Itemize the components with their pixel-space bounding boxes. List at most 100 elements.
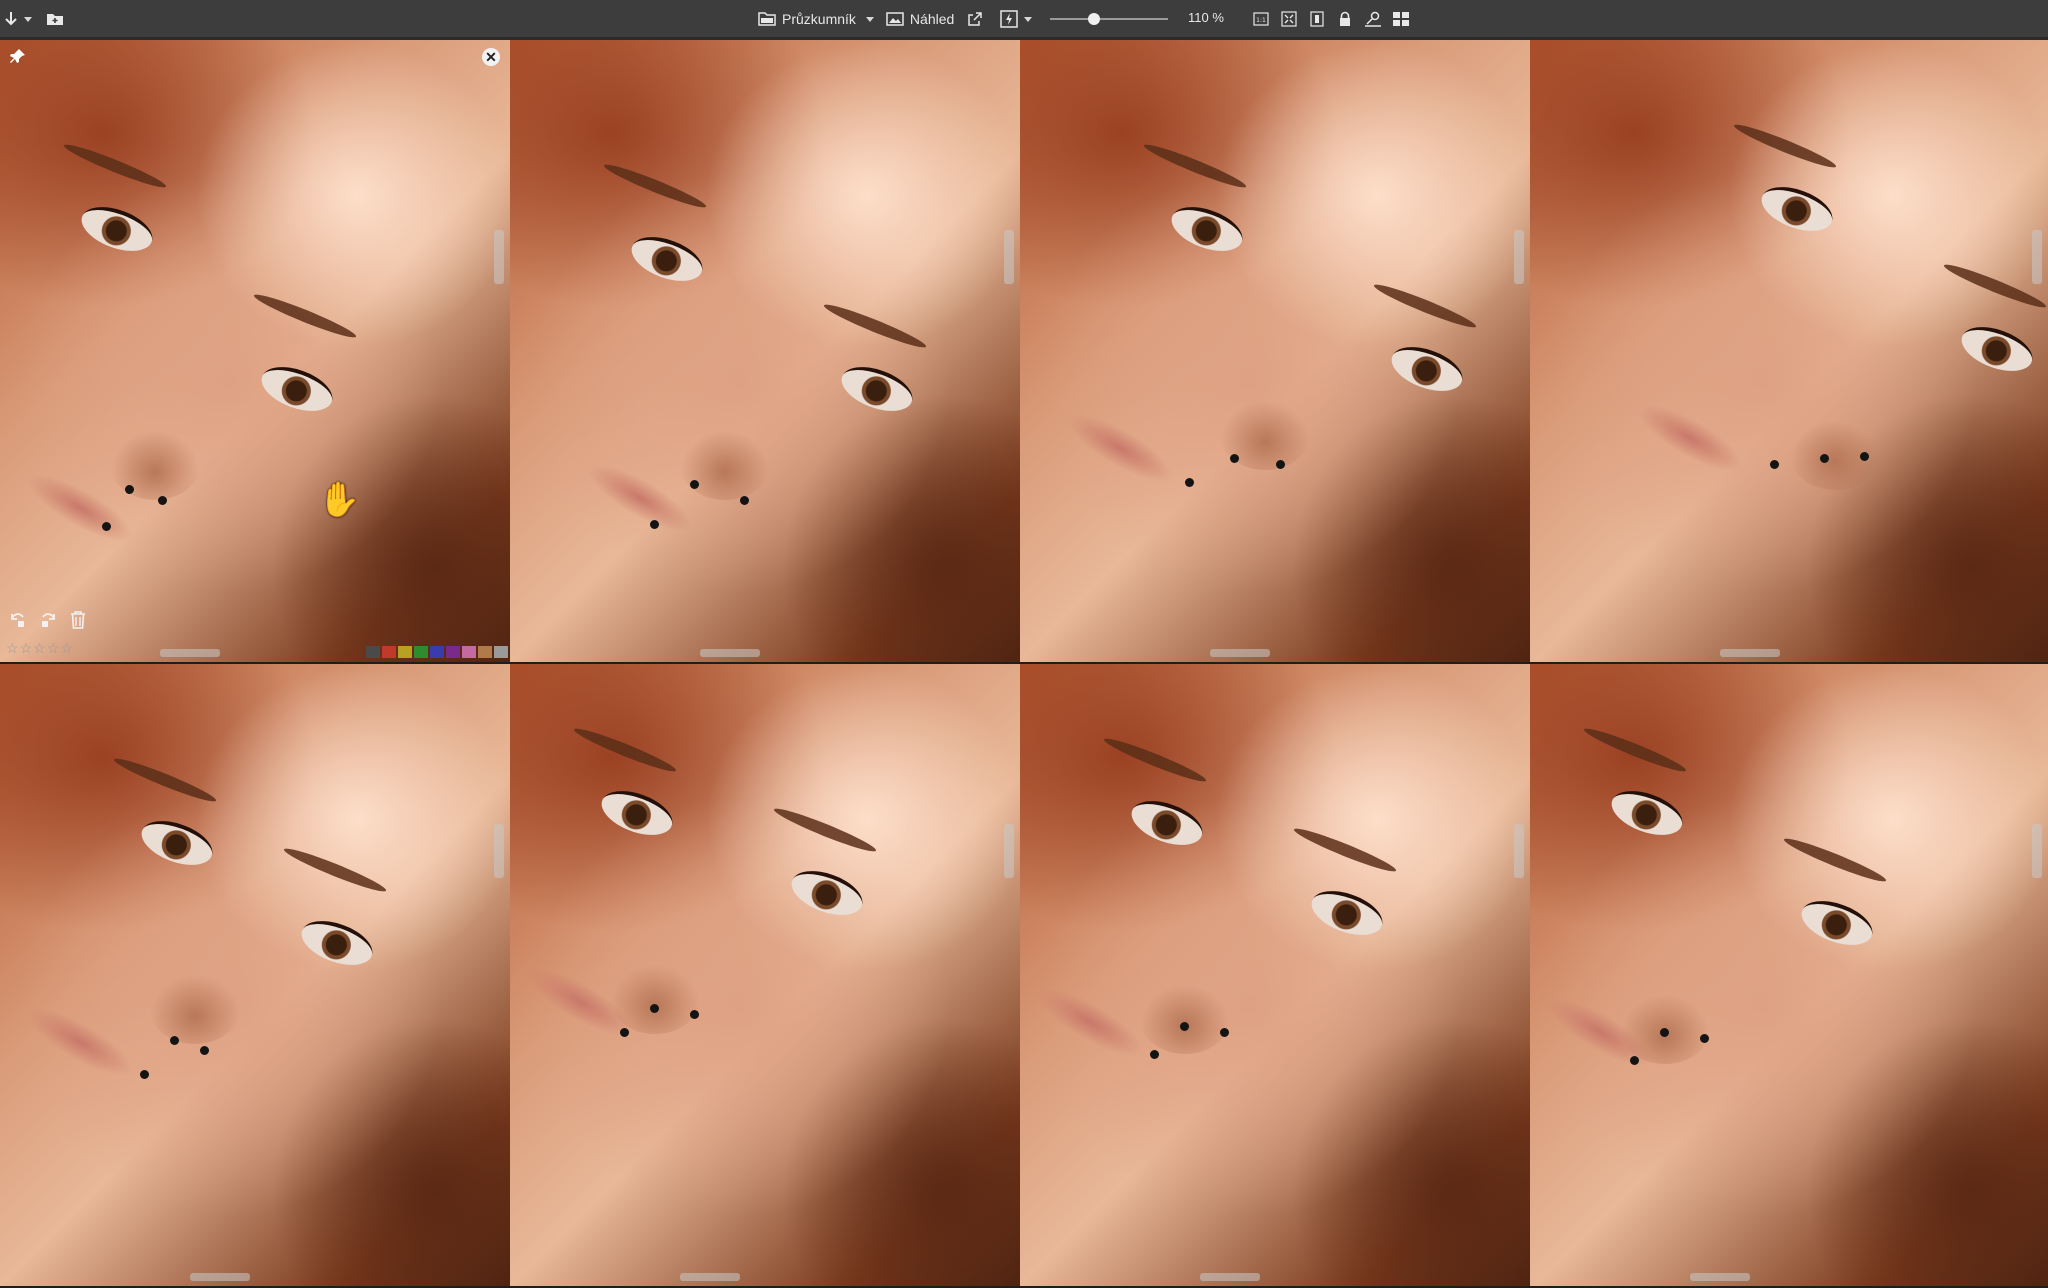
photo-image <box>0 40 510 662</box>
chevron-down-icon[interactable] <box>1024 16 1033 22</box>
preview-button[interactable]: Náhled <box>886 6 954 32</box>
color-label-swatch[interactable] <box>446 646 460 658</box>
color-label-swatch[interactable] <box>494 646 508 658</box>
star-icon[interactable]: ☆ <box>47 640 60 657</box>
photo-tile[interactable] <box>1530 40 2048 662</box>
color-label-swatch[interactable] <box>398 646 412 658</box>
photo-image <box>510 40 1020 662</box>
piercing <box>690 480 699 489</box>
vertical-scrollbar[interactable] <box>2032 230 2042 284</box>
sync-zoom-icon[interactable] <box>1362 6 1384 32</box>
close-icon: ✕ <box>485 48 497 65</box>
nose <box>110 430 200 500</box>
nose <box>1140 984 1230 1054</box>
fit-1to1-icon[interactable]: 1:1 <box>1250 6 1272 32</box>
photo-image <box>510 664 1020 1286</box>
new-folder-icon[interactable] <box>44 6 66 32</box>
color-label-swatch[interactable] <box>462 646 476 658</box>
photo-image <box>1020 664 1530 1286</box>
piercing <box>158 496 167 505</box>
photo-image <box>1530 664 2048 1286</box>
import-arrow-icon[interactable] <box>4 6 32 32</box>
piercing <box>102 522 111 531</box>
trash-icon[interactable] <box>68 610 88 630</box>
horizontal-scrollbar[interactable] <box>1200 1273 1260 1281</box>
external-editor-icon[interactable] <box>964 6 986 32</box>
photo-tile[interactable] <box>510 664 1020 1286</box>
piercing <box>650 1004 659 1013</box>
piercing <box>1230 454 1239 463</box>
fit-screen-icon[interactable] <box>1278 6 1300 32</box>
close-button[interactable]: ✕ <box>482 48 500 66</box>
preview-icon <box>886 12 904 26</box>
vertical-scrollbar[interactable] <box>1004 230 1014 284</box>
vertical-scrollbar[interactable] <box>494 230 504 284</box>
photo-tile[interactable] <box>510 40 1020 662</box>
photo-tile[interactable] <box>0 664 510 1286</box>
color-labels[interactable] <box>366 646 508 658</box>
preview-label: Náhled <box>909 11 955 27</box>
rotate-right-icon[interactable] <box>38 610 58 630</box>
piercing <box>1770 460 1779 469</box>
vertical-scrollbar[interactable] <box>1514 230 1524 284</box>
horizontal-scrollbar[interactable] <box>190 1273 250 1281</box>
zoom-slider[interactable] <box>1050 13 1168 25</box>
piercing <box>170 1036 179 1045</box>
grid-layout-icon[interactable] <box>1390 6 1412 32</box>
piercing <box>1276 460 1285 469</box>
zoom-slider-handle[interactable] <box>1087 13 1100 25</box>
toolbar-right-group: 1:1 <box>1250 0 1412 38</box>
fit-width-icon[interactable] <box>1306 6 1328 32</box>
color-label-swatch[interactable] <box>366 646 380 658</box>
horizontal-scrollbar[interactable] <box>700 649 760 657</box>
quick-fix-icon[interactable] <box>1000 6 1033 32</box>
color-label-swatch[interactable] <box>430 646 444 658</box>
horizontal-scrollbar[interactable] <box>1690 1273 1750 1281</box>
browse-button[interactable]: Průzkumník <box>758 6 874 32</box>
compare-grid: ✕ ✋ ☆ ☆ ☆ ☆ ☆ <box>0 40 2048 1288</box>
chevron-down-icon[interactable] <box>865 16 874 22</box>
piercing <box>1820 454 1829 463</box>
piercing <box>740 496 749 505</box>
color-label-swatch[interactable] <box>478 646 492 658</box>
vertical-scrollbar[interactable] <box>1514 824 1524 878</box>
rotate-left-icon[interactable] <box>8 610 28 630</box>
lock-icon[interactable] <box>1334 6 1356 32</box>
browse-icon <box>758 12 776 26</box>
piercing <box>1150 1050 1159 1059</box>
color-label-swatch[interactable] <box>414 646 428 658</box>
photo-tile[interactable] <box>1530 664 2048 1286</box>
horizontal-scrollbar[interactable] <box>1210 649 1270 657</box>
color-label-swatch[interactable] <box>382 646 396 658</box>
horizontal-scrollbar[interactable] <box>160 649 220 657</box>
star-icon[interactable]: ☆ <box>60 640 73 657</box>
vertical-scrollbar[interactable] <box>1004 824 1014 878</box>
toolbar-center-group: Průzkumník Náhled <box>758 0 1033 38</box>
pin-icon[interactable] <box>8 48 26 71</box>
toolbar-left-group <box>4 0 66 38</box>
photo-tile[interactable] <box>1020 40 1530 662</box>
tile-actions <box>8 610 88 630</box>
photo-tile[interactable]: ✕ ✋ ☆ ☆ ☆ ☆ ☆ <box>0 40 510 662</box>
browse-label: Průzkumník <box>782 11 856 27</box>
horizontal-scrollbar[interactable] <box>1720 649 1780 657</box>
star-icon[interactable]: ☆ <box>33 640 46 657</box>
photo-tile[interactable] <box>1020 664 1530 1286</box>
vertical-scrollbar[interactable] <box>494 824 504 878</box>
piercing <box>650 520 659 529</box>
piercing <box>125 485 134 494</box>
vertical-scrollbar[interactable] <box>2032 824 2042 878</box>
piercing <box>1630 1056 1639 1065</box>
piercing <box>1660 1028 1669 1037</box>
photo-image <box>0 664 510 1286</box>
star-rating[interactable]: ☆ ☆ ☆ ☆ ☆ <box>6 640 73 657</box>
star-icon[interactable]: ☆ <box>6 640 19 657</box>
svg-text:1:1: 1:1 <box>1256 17 1266 24</box>
star-icon[interactable]: ☆ <box>20 640 33 657</box>
piercing <box>620 1028 629 1037</box>
horizontal-scrollbar[interactable] <box>680 1273 740 1281</box>
piercing <box>1700 1034 1709 1043</box>
piercing <box>1180 1022 1189 1031</box>
piercing <box>200 1046 209 1055</box>
nose <box>680 430 770 500</box>
